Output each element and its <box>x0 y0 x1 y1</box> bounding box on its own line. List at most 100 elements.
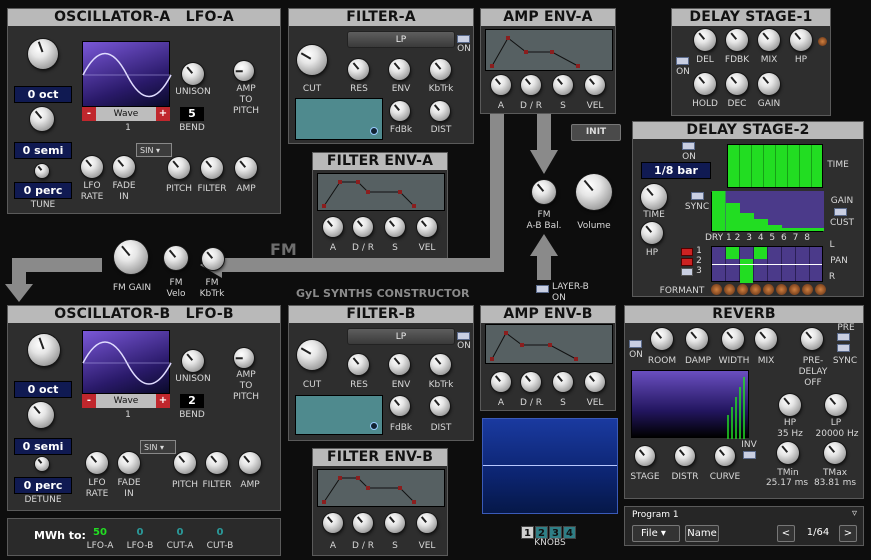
formant-knob[interactable] <box>789 284 800 295</box>
amp-env-a-vel-knob[interactable] <box>585 75 605 95</box>
filter-env-a-vel-knob[interactable] <box>417 217 437 237</box>
filter-b-kbtrk-knob[interactable] <box>430 354 451 375</box>
delay-2-row-3-led[interactable] <box>681 268 693 276</box>
lfo-rate-knob[interactable] <box>81 156 103 178</box>
filter-a-res-knob[interactable] <box>348 59 369 80</box>
filter-a-kbtrk-knob[interactable] <box>430 59 451 80</box>
amp-env-b-dr-knob[interactable] <box>521 372 541 392</box>
filter-b-mode-select[interactable]: LP <box>347 328 455 345</box>
amp-to-pitch-b-knob[interactable] <box>234 348 254 368</box>
octave-b-knob[interactable] <box>28 334 60 366</box>
delay-2-hp-knob[interactable] <box>641 222 663 244</box>
octave-knob[interactable] <box>28 39 58 69</box>
delay-1-mix-knob[interactable] <box>758 29 780 51</box>
delay-1-fdbk-knob[interactable] <box>726 29 748 51</box>
filter-env-a-a-knob[interactable] <box>323 217 343 237</box>
program-file-button[interactable]: File ▾ <box>632 525 680 542</box>
reverb-damp-knob[interactable] <box>686 328 708 350</box>
reverb-hp-knob[interactable] <box>779 394 801 416</box>
formant-knob[interactable] <box>750 284 761 295</box>
wave-b-minus-button[interactable]: - <box>82 394 96 408</box>
fm-gain-knob[interactable] <box>114 240 148 274</box>
delay-2-cust-toggle[interactable] <box>834 208 847 216</box>
amp-to-pitch-knob[interactable] <box>234 61 254 81</box>
formant-knob[interactable] <box>802 284 813 295</box>
delay-2-row-2-led[interactable] <box>681 258 693 266</box>
amp-env-b-a-knob[interactable] <box>491 372 511 392</box>
semi-b-knob[interactable] <box>28 402 54 428</box>
delay-1-dec-knob[interactable] <box>726 73 748 95</box>
lfo-b-rate-knob[interactable] <box>86 452 108 474</box>
fm-kbtrk-knob[interactable] <box>202 248 224 270</box>
filter-env-b-s-knob[interactable] <box>385 513 405 533</box>
lfo-filter-knob[interactable] <box>201 157 223 179</box>
formant-knob[interactable] <box>737 284 748 295</box>
perc-b-knob[interactable] <box>35 457 49 471</box>
reverb-on-toggle[interactable] <box>629 340 642 348</box>
program-menu-icon[interactable]: ▿ <box>852 508 857 519</box>
fade-in-knob[interactable] <box>113 156 135 178</box>
filter-a-on-toggle[interactable] <box>457 35 470 43</box>
layer-b-toggle[interactable] <box>536 285 549 293</box>
filter-env-b-vel-knob[interactable] <box>417 513 437 533</box>
wave-minus-button[interactable]: - <box>82 107 96 121</box>
program-name-button[interactable]: Name <box>685 525 719 542</box>
filter-env-a-s-knob[interactable] <box>385 217 405 237</box>
filter-b-on-toggle[interactable] <box>457 332 470 340</box>
filter-env-b-a-knob[interactable] <box>323 513 343 533</box>
wave-plus-button[interactable]: + <box>156 107 170 121</box>
delay-1-on-toggle[interactable] <box>676 57 689 65</box>
reverb-sync-toggle[interactable] <box>837 344 850 352</box>
formant-knob[interactable] <box>711 284 722 295</box>
program-prev-button[interactable]: < <box>777 525 795 542</box>
reverb-width-knob[interactable] <box>722 328 744 350</box>
reverb-curve-knob[interactable] <box>715 446 735 466</box>
program-next-button[interactable]: > <box>839 525 857 542</box>
amp-env-b-s-knob[interactable] <box>553 372 573 392</box>
formant-knob[interactable] <box>763 284 774 295</box>
lfo-b-shape-select[interactable]: SIN ▾ <box>140 440 176 454</box>
formant-knob[interactable] <box>724 284 735 295</box>
reverb-lp-knob[interactable] <box>825 394 847 416</box>
delay-1-hp-knob[interactable] <box>790 29 812 51</box>
delay-1-hold-knob[interactable] <box>694 73 716 95</box>
filter-b-dist-knob[interactable] <box>430 396 450 416</box>
reverb-distr-knob[interactable] <box>675 446 695 466</box>
reverb-tmax-knob[interactable] <box>824 442 846 464</box>
formant-knob[interactable] <box>776 284 787 295</box>
filter-env-a-dr-knob[interactable] <box>353 217 373 237</box>
reverb-stage-knob[interactable] <box>635 446 655 466</box>
fm-ab-balance-knob[interactable] <box>532 180 556 204</box>
amp-env-b-vel-knob[interactable] <box>585 372 605 392</box>
delay-1-del-knob[interactable] <box>694 29 716 51</box>
amp-env-a-a-knob[interactable] <box>491 75 511 95</box>
delay-2-on-toggle[interactable] <box>682 142 695 150</box>
filter-a-mode-select[interactable]: LP <box>347 31 455 48</box>
fade-in-b-knob[interactable] <box>118 452 140 474</box>
filter-a-fdbk-knob[interactable] <box>390 101 410 121</box>
wave-b-selector[interactable]: Wave <box>96 394 156 408</box>
lfo-amp-knob[interactable] <box>235 157 257 179</box>
filter-env-b-dr-knob[interactable] <box>353 513 373 533</box>
filter-b-env-knob[interactable] <box>389 354 410 375</box>
perc-knob[interactable] <box>35 164 49 178</box>
fm-velo-knob[interactable] <box>164 246 188 270</box>
volume-knob[interactable] <box>576 174 612 210</box>
semi-knob[interactable] <box>30 107 54 131</box>
reverb-inv-toggle[interactable] <box>743 451 756 459</box>
reverb-room-knob[interactable] <box>651 328 673 350</box>
reverb-tmin-knob[interactable] <box>777 442 799 464</box>
filter-a-dist-knob[interactable] <box>430 101 450 121</box>
lfo-b-filter-knob[interactable] <box>206 452 228 474</box>
delay-2-row-1-led[interactable] <box>681 248 693 256</box>
lfo-b-pitch-knob[interactable] <box>174 452 196 474</box>
lfo-shape-select[interactable]: SIN ▾ <box>136 143 172 157</box>
unison-b-knob[interactable] <box>182 350 204 372</box>
filter-b-cut-knob[interactable] <box>297 340 327 370</box>
unison-knob[interactable] <box>182 63 204 85</box>
reverb-pre-toggle[interactable] <box>837 333 850 341</box>
delay-1-gain-knob[interactable] <box>758 73 780 95</box>
init-button[interactable]: INIT <box>571 124 621 141</box>
reverb-predelay-knob[interactable] <box>801 328 823 350</box>
reverb-mix-knob[interactable] <box>755 328 777 350</box>
